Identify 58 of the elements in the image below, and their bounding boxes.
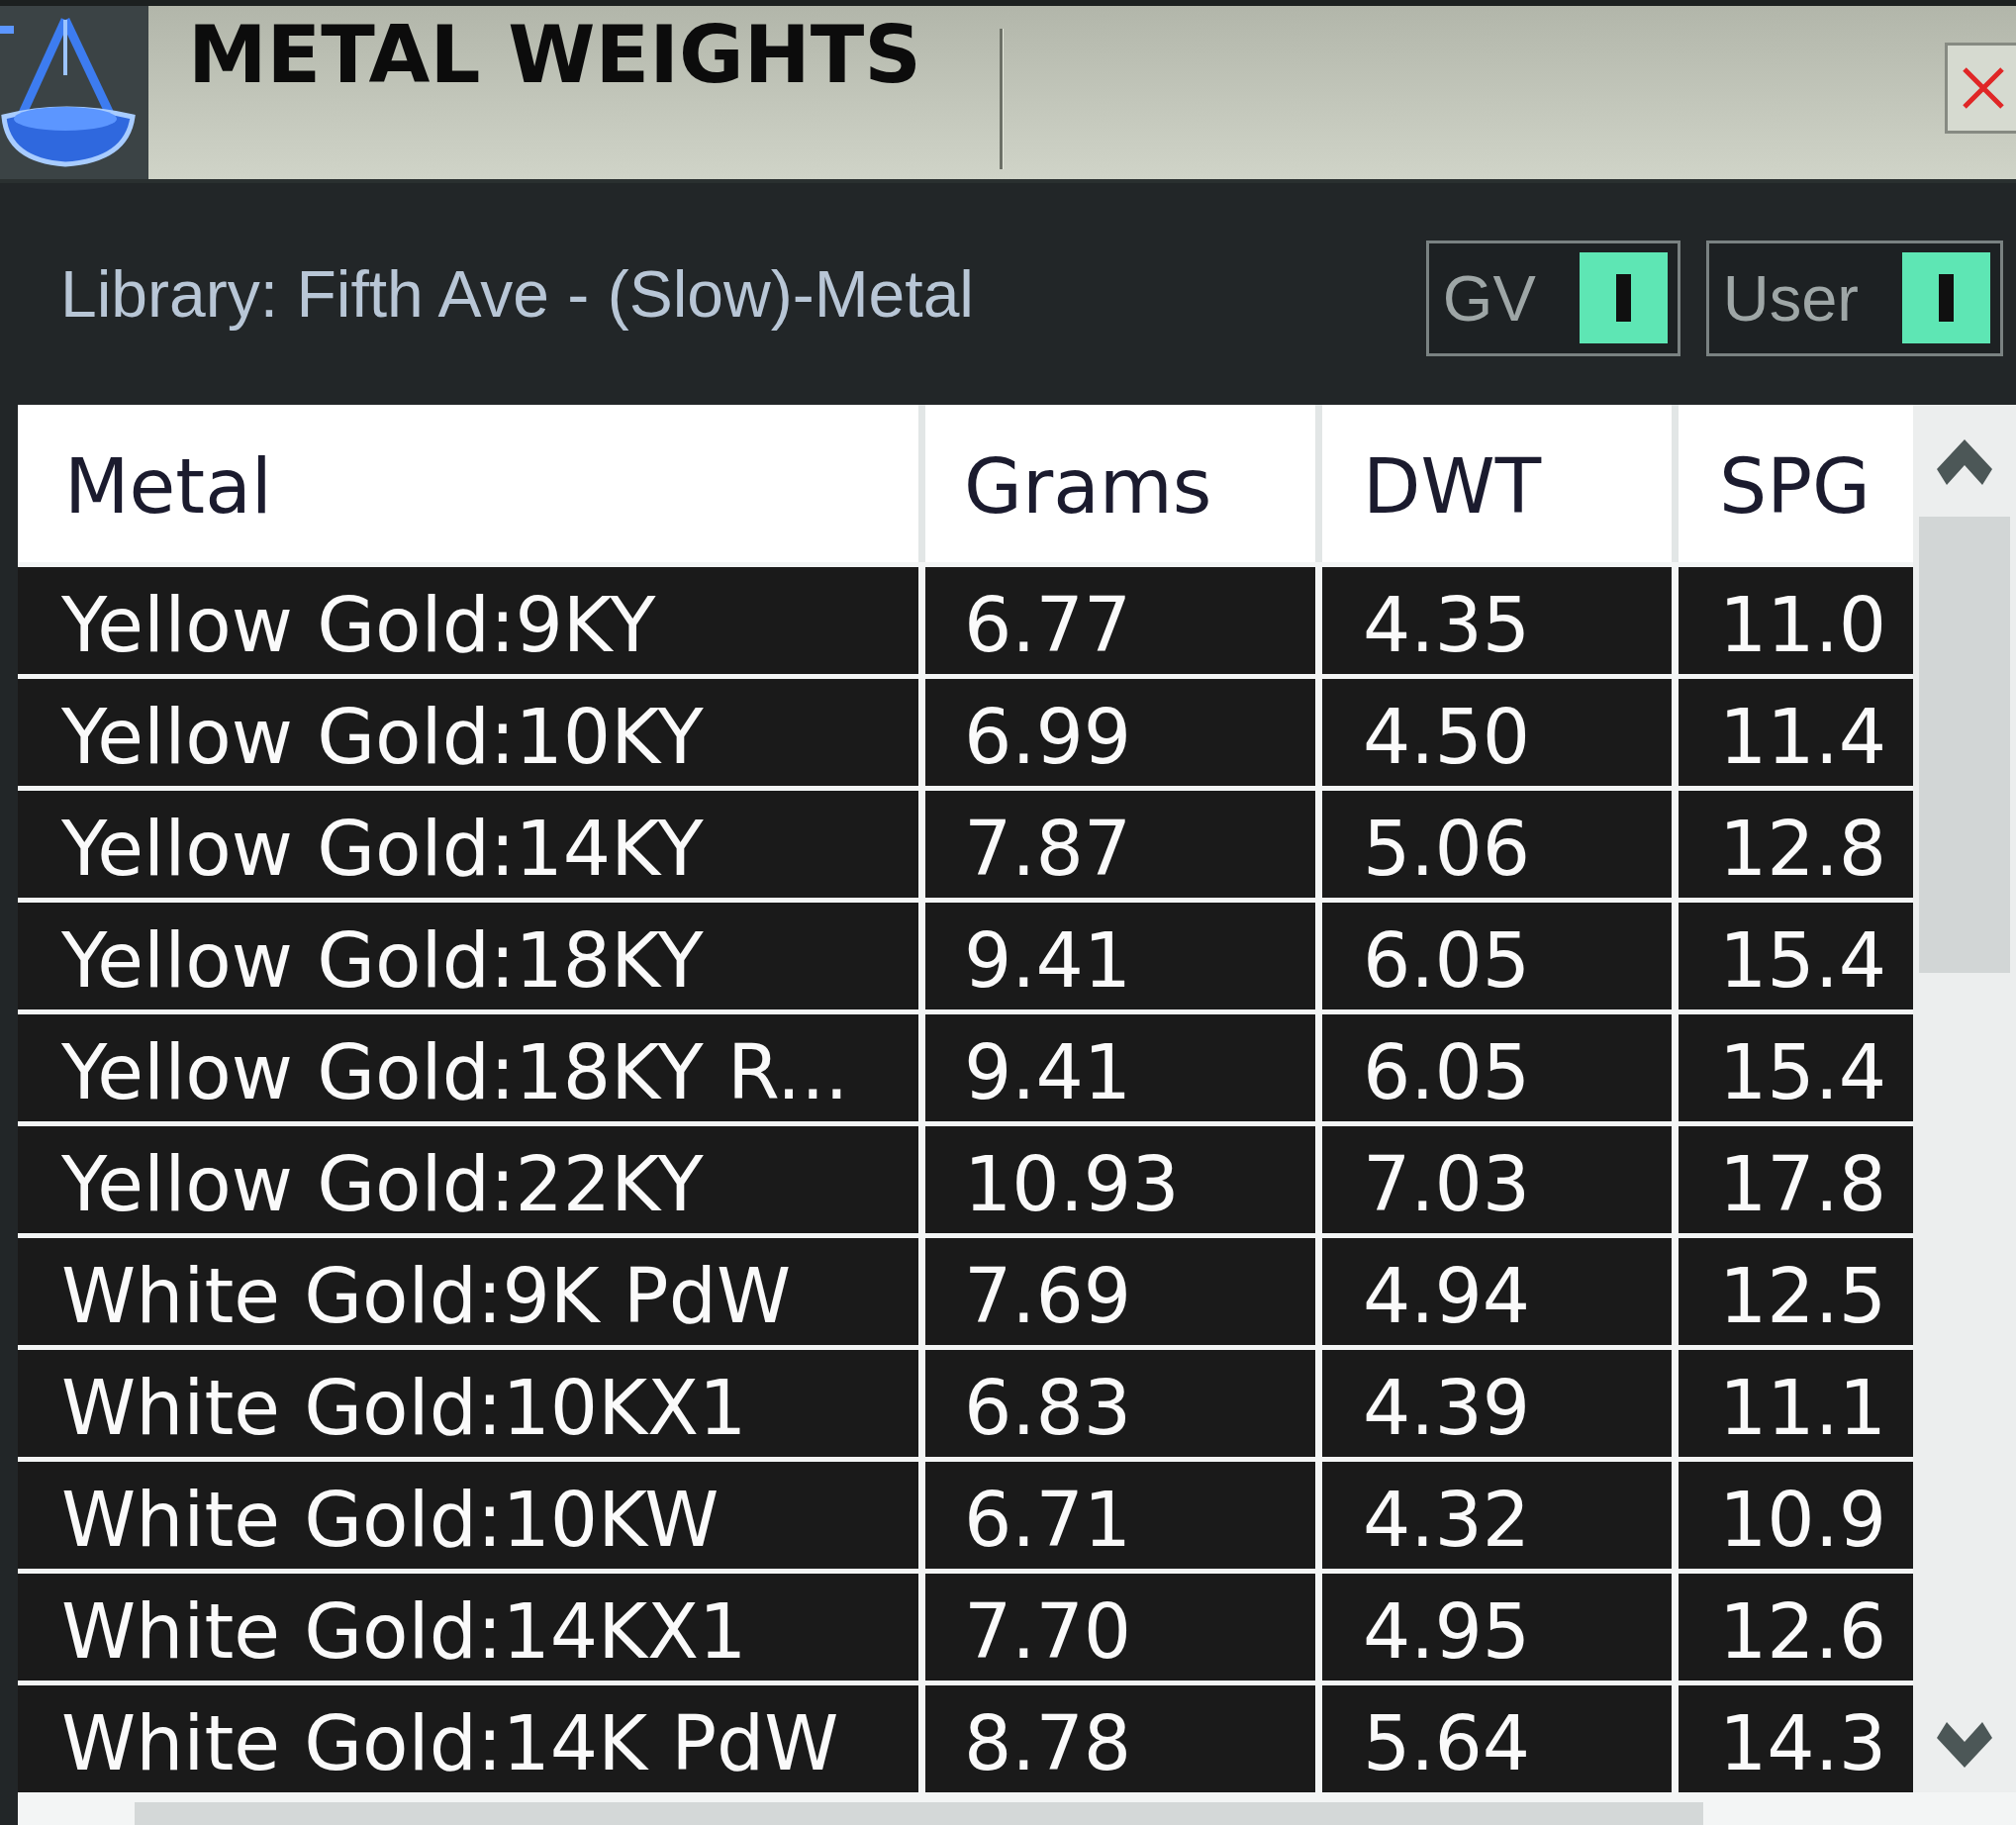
table-cell: 6.71 — [925, 1462, 1315, 1569]
table-cell: 7.87 — [925, 791, 1315, 898]
table-cell: 11.4 — [1679, 679, 1913, 786]
close-icon — [1962, 66, 2005, 110]
scrollbar-thumb[interactable] — [135, 1802, 1703, 1825]
table-cell: White Gold:14KX1 — [18, 1574, 918, 1681]
table-cell: 4.94 — [1322, 1238, 1672, 1345]
window-title: METAL WEIGHTS — [188, 16, 922, 95]
table-cell: White Gold:10KX1 — [18, 1350, 918, 1457]
table-cell: 7.70 — [925, 1574, 1315, 1681]
table-cell: Yellow Gold:9KY — [18, 567, 918, 674]
table-cell: White Gold:9K PdW — [18, 1238, 918, 1345]
table-cell: 6.77 — [925, 567, 1315, 674]
toggle-button[interactable]: User — [1705, 240, 2003, 356]
table-cell: Yellow Gold:14KY — [18, 791, 918, 898]
scrollbar-thumb[interactable] — [1919, 517, 2010, 973]
table-cell: 12.8 — [1679, 791, 1913, 898]
table-cell: 4.50 — [1322, 679, 1672, 786]
column-header[interactable]: SPG — [1679, 405, 1913, 562]
close-button[interactable] — [1945, 43, 2016, 134]
table-cell: 4.39 — [1322, 1350, 1672, 1457]
table-cell: 15.4 — [1679, 1014, 1913, 1121]
table-cell: 5.64 — [1322, 1685, 1672, 1792]
table-cell: 4.32 — [1322, 1462, 1672, 1569]
table-cell: 10.93 — [925, 1126, 1315, 1233]
table-cell: Yellow Gold:10KY — [18, 679, 918, 786]
toggle-button[interactable]: GV — [1425, 240, 1680, 356]
table-cell: 12.6 — [1679, 1574, 1913, 1681]
table-cell: 6.05 — [1322, 1014, 1672, 1121]
table-cell: 14.3 — [1679, 1685, 1913, 1792]
table-cell: 9.41 — [925, 1014, 1315, 1121]
table-cell: 4.95 — [1322, 1574, 1672, 1681]
table-cell: Yellow Gold:22KY — [18, 1126, 918, 1233]
scale-icon — [0, 6, 148, 179]
column-header[interactable]: DWT — [1322, 405, 1672, 562]
table-cell: 6.99 — [925, 679, 1315, 786]
table-cell: 10.9 — [1679, 1462, 1913, 1569]
table-cell: 8.78 — [925, 1685, 1315, 1792]
table-cell: 11.1 — [1679, 1350, 1913, 1457]
table-cell: 7.69 — [925, 1238, 1315, 1345]
table-cell: 12.5 — [1679, 1238, 1913, 1345]
table-cell: White Gold:14K PdW — [18, 1685, 918, 1792]
column-header[interactable]: Metal — [18, 405, 918, 562]
table-cell: 9.41 — [925, 903, 1315, 1009]
chevron-down-icon[interactable] — [1937, 1722, 1992, 1768]
table-cell: White Gold:10KW — [18, 1462, 918, 1569]
table-cell: 11.0 — [1679, 567, 1913, 674]
table-cell: Yellow Gold:18KY R... — [18, 1014, 918, 1121]
table-cell: 6.83 — [925, 1350, 1315, 1457]
chevron-up-icon[interactable] — [1937, 439, 1992, 485]
table-cell: Yellow Gold:18KY — [18, 903, 918, 1009]
table-cell: 17.8 — [1679, 1126, 1913, 1233]
table-cell: 15.4 — [1679, 903, 1913, 1009]
table-cell: 6.05 — [1322, 903, 1672, 1009]
table-cell: 5.06 — [1322, 791, 1672, 898]
column-header[interactable]: Grams — [925, 405, 1315, 562]
table-cell: 4.35 — [1322, 567, 1672, 674]
table-cell: 7.03 — [1322, 1126, 1672, 1233]
